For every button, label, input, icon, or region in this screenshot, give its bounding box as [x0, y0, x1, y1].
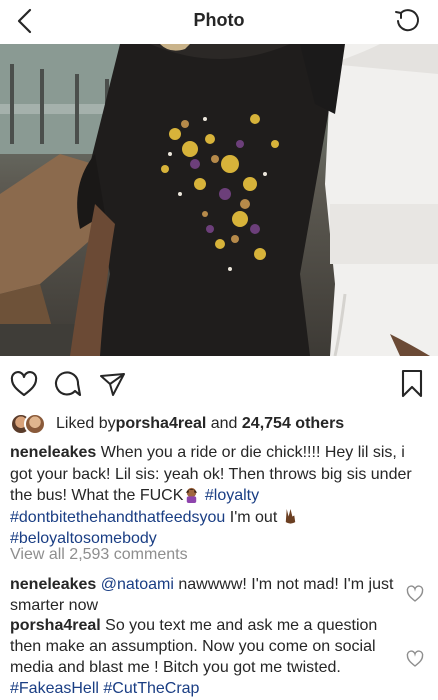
comment-like-heart-icon[interactable] — [406, 585, 424, 603]
post-caption: neneleakes When you a ride or die chick!… — [10, 442, 428, 550]
bookmark-icon — [401, 369, 423, 398]
top-bar: Photo — [0, 0, 438, 44]
liker-avatars[interactable] — [10, 413, 50, 435]
comment-mention[interactable]: @natoami — [101, 576, 174, 593]
comment-item: porsha4real So you text me and ask me a … — [10, 615, 394, 699]
caption-username[interactable]: neneleakes — [10, 444, 96, 461]
comment-like-heart-icon[interactable] — [406, 650, 424, 668]
post-photo-image — [0, 44, 438, 356]
refresh-icon — [395, 9, 419, 32]
like-button[interactable] — [8, 368, 40, 400]
comment-icon — [54, 371, 82, 397]
likes-middle: and — [206, 415, 242, 432]
view-all-comments-link[interactable]: View all 2,593 comments — [10, 546, 188, 564]
comment-username[interactable]: neneleakes — [10, 576, 96, 593]
likes-prefix: Liked by — [56, 415, 116, 432]
caption-text-2: I'm out — [225, 508, 278, 526]
facepalm-emoji-icon — [186, 487, 198, 503]
liker-username[interactable]: porsha4real — [116, 415, 207, 433]
hashtag-fakeashell[interactable]: #FakeasHell — [10, 680, 99, 697]
post-photo[interactable] — [0, 44, 438, 356]
page-title: Photo — [193, 10, 245, 30]
hashtag-beloyaltosomebody[interactable]: #beloyaltosomebody — [10, 530, 157, 547]
action-bar — [0, 362, 438, 406]
heart-icon — [10, 371, 38, 397]
avatar — [24, 413, 46, 435]
likes-row: Liked by porsha4real and 24,754 others — [10, 412, 344, 436]
comment-button[interactable] — [52, 368, 84, 400]
hashtag-cutthecrap[interactable]: #CutTheCrap — [103, 680, 199, 697]
hashtag-loyalty[interactable]: #loyalty — [205, 487, 259, 504]
comment-username[interactable]: porsha4real — [10, 617, 101, 634]
share-icon — [100, 373, 125, 396]
victory-hand-emoji-icon — [285, 508, 295, 524]
refresh-button[interactable] — [390, 4, 424, 38]
hashtag-dontbitethehandthatfeedsyou[interactable]: #dontbitethehandthatfeedsyou — [10, 509, 225, 526]
comment-item: neneleakes @natoami nawwww! I'm not mad!… — [10, 574, 394, 616]
save-button[interactable] — [396, 368, 428, 400]
likes-count[interactable]: 24,754 others — [242, 415, 344, 433]
share-button[interactable] — [96, 368, 128, 400]
